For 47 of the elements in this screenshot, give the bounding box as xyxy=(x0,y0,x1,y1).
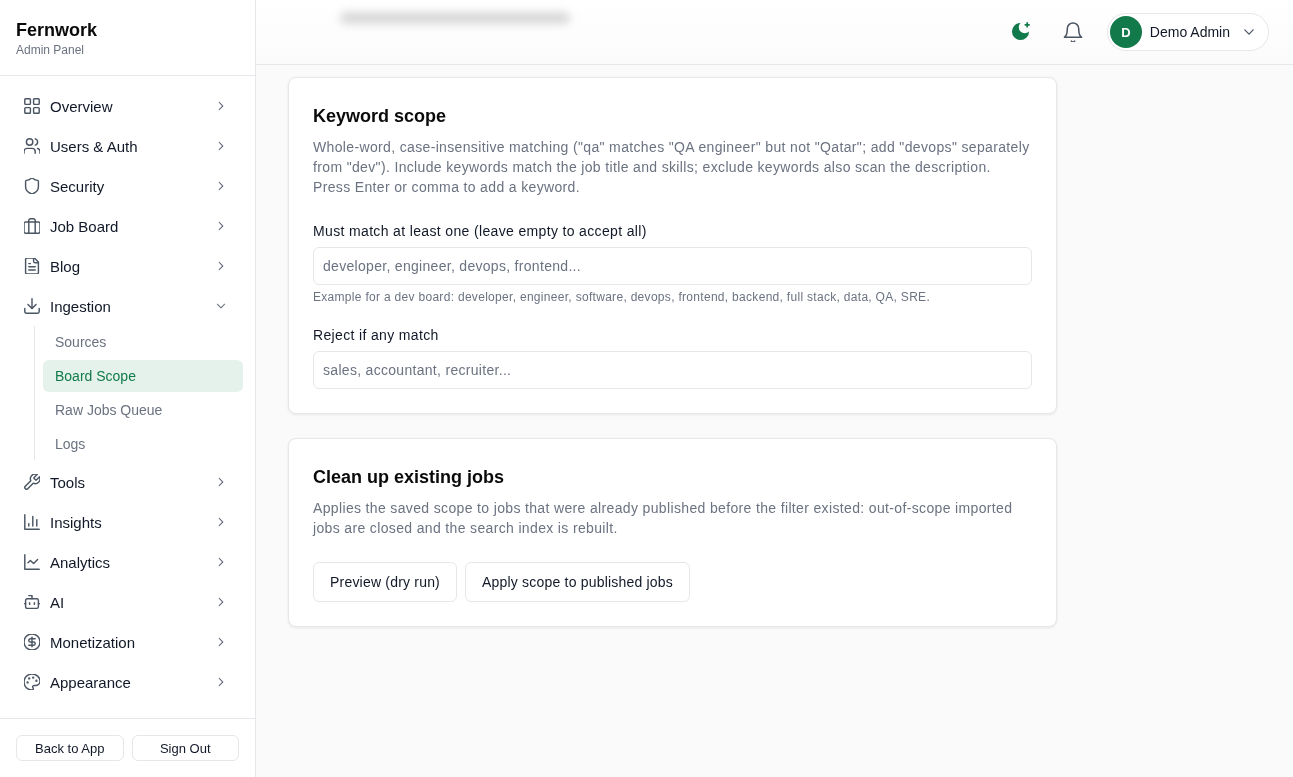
field-hint: Example for a dev board: developer, engineer, software, devops, frontend, backend, full stack, data, QA, SRE. xyxy=(313,289,932,305)
grid-icon xyxy=(24,98,40,114)
field-label: Must match at least one (leave empty to accept all) xyxy=(313,222,648,241)
user-menu-button[interactable]: D Demo Admin xyxy=(1106,13,1269,51)
avatar-initial: D xyxy=(1109,16,1142,48)
nav-item[interactable]: Analytics xyxy=(12,542,243,582)
brand-name: Fernwork xyxy=(16,19,99,42)
download-icon xyxy=(24,298,40,314)
users-icon xyxy=(24,138,40,154)
briefcase-icon xyxy=(24,218,40,234)
shield-icon xyxy=(24,178,40,194)
card-title: Keyword scope xyxy=(313,105,448,128)
moon-icon[interactable] xyxy=(1010,22,1031,42)
line-chart-icon xyxy=(24,554,40,570)
nav-item[interactable]: Tools xyxy=(12,462,243,502)
keyword-input[interactable]: developer, engineer, devops, frontend... xyxy=(313,247,1032,285)
nav-item[interactable]: Users & Auth xyxy=(12,126,243,166)
nav-item[interactable]: AI xyxy=(12,582,243,622)
card-title: Clean up existing jobs xyxy=(313,466,506,489)
field-label: Reject if any match xyxy=(313,326,440,345)
bar-chart-icon xyxy=(24,514,40,530)
palette-icon xyxy=(24,674,40,690)
document-icon xyxy=(24,258,40,274)
nav-item[interactable]: Blog xyxy=(12,246,243,286)
brand-subtitle: Admin Panel xyxy=(16,42,86,58)
nav-item[interactable]: Overview xyxy=(12,86,243,126)
nav-subitem[interactable]: Raw Jobs Queue xyxy=(43,394,243,426)
nav-item[interactable]: Appearance xyxy=(12,662,243,702)
action-button[interactable]: Apply scope to published jobs xyxy=(465,562,691,602)
sign-out-button[interactable]: Sign Out xyxy=(131,735,239,761)
nav-subitem[interactable]: Board Scope xyxy=(43,360,243,392)
nav-item[interactable]: Security xyxy=(12,166,243,206)
dollar-coin-icon xyxy=(24,634,40,650)
wrench-icon xyxy=(24,474,40,490)
nav-item[interactable]: Monetization xyxy=(12,622,243,662)
nav-item[interactable]: Ingestion xyxy=(12,286,243,326)
nav-item[interactable]: Insights xyxy=(12,502,243,542)
bell-icon[interactable] xyxy=(1062,22,1083,42)
card-description: Whole-word, case-insensitive matching ("qa" matches "QA engineer" but not "Qatar"; add "devops" separately from "dev"). Include keywords match the job title and skills; exclude keywords also scan the description. Press Enter or comma to add a keyword. xyxy=(313,138,1031,197)
nav-subitem[interactable]: Sources xyxy=(43,326,243,358)
nav-item[interactable]: Job Board xyxy=(12,206,243,246)
nav-subitem[interactable]: Logs xyxy=(43,428,243,460)
back-to-app-button[interactable]: Back to App xyxy=(16,735,124,761)
robot-icon xyxy=(24,594,40,610)
keyword-input[interactable]: sales, accountant, recruiter... xyxy=(313,351,1032,389)
card-description: Applies the saved scope to jobs that were already published before the filter existed: out-of-scope imported jobs are closed and the search index is rebuilt. xyxy=(313,499,1014,538)
action-button[interactable]: Preview (dry run) xyxy=(313,562,457,602)
